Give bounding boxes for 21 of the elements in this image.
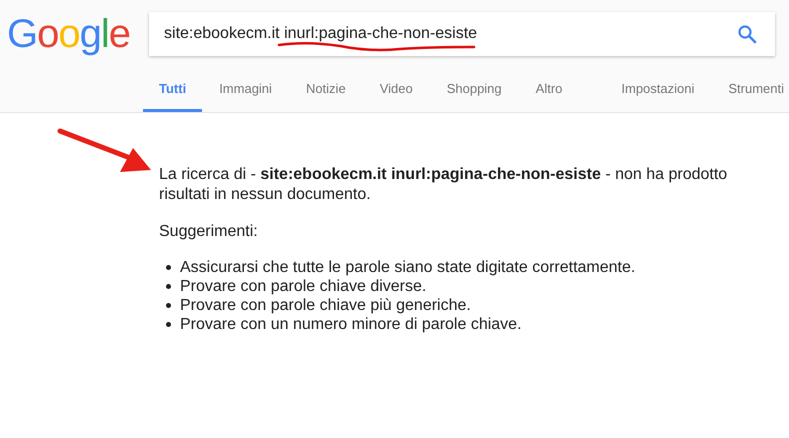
- tab[interactable]: Altro: [518, 81, 580, 112]
- menu-link[interactable]: Impostazioni: [604, 81, 712, 112]
- google-logo[interactable]: Google: [7, 9, 132, 59]
- tab[interactable]: Video: [362, 81, 430, 112]
- bullet-icon: [166, 284, 171, 289]
- search-icon[interactable]: [737, 24, 757, 44]
- suggestion-text: Provare con parole chiave diverse.: [180, 277, 426, 296]
- suggestion-text: Provare con un numero minore di parole chiave.: [180, 315, 522, 334]
- bullet-icon: [166, 265, 171, 270]
- no-results-message: La ricerca di - site:ebookecm.it inurl:pagina-che-non-esiste - non ha prodotto risultati in nessun documento.: [159, 165, 728, 205]
- suggestion-text: Provare con parole chiave più generiche.: [180, 296, 471, 315]
- bullet-icon: [166, 322, 171, 327]
- suggestion-text: Assicurarsi che tutte le parole siano state digitate correttamente.: [180, 258, 636, 277]
- bullet-icon: [166, 303, 171, 308]
- tab[interactable]: Tutti: [143, 81, 202, 112]
- suggestions-heading: Suggerimenti:: [159, 223, 259, 241]
- tab[interactable]: Immagini: [202, 81, 289, 112]
- search-field[interactable]: site:ebookecm.it inurl:pagina-che-non-esiste: [149, 12, 775, 56]
- tab[interactable]: Notizie: [288, 81, 363, 112]
- menu-link[interactable]: Strumenti: [711, 81, 789, 112]
- tab[interactable]: Shopping: [430, 81, 519, 112]
